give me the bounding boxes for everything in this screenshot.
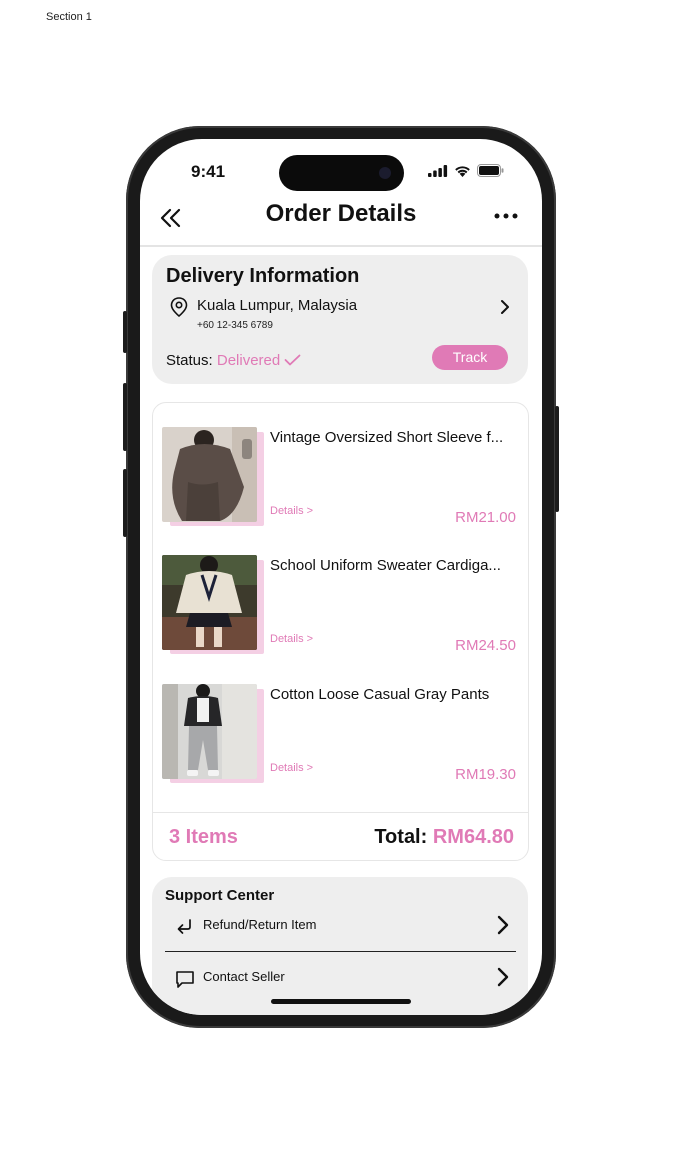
item-price: RM24.50: [455, 637, 516, 654]
items-divider: [153, 812, 528, 813]
volume-down-button: [123, 469, 127, 537]
support-row-label: Contact Seller: [203, 969, 285, 984]
total-value: RM64.80: [432, 826, 514, 848]
delivery-title: Delivery Information: [166, 265, 360, 287]
section-label: Section 1: [46, 11, 92, 23]
support-divider: [165, 951, 516, 952]
item-details-link[interactable]: Details >: [270, 633, 313, 645]
page-title: Order Details: [265, 200, 417, 227]
item-price: RM19.30: [455, 766, 516, 783]
dynamic-island: [279, 155, 404, 191]
status-value: Delivered: [216, 352, 281, 369]
home-indicator[interactable]: [271, 999, 411, 1004]
product-image-oversized-tee: [162, 427, 257, 522]
support-row-label: Refund/Return Item: [203, 917, 317, 932]
status-label: Status:: [166, 352, 213, 369]
product-image-gray-pants: [162, 684, 257, 779]
camera-icon: [379, 167, 391, 179]
contact-seller-row[interactable]: Contact Seller: [165, 963, 516, 997]
order-item[interactable]: Vintage Oversized Short Sleeve f... Deta…: [162, 427, 522, 527]
power-button: [555, 406, 559, 512]
item-thumbnail: [162, 684, 266, 784]
phone-frame: 9:41 Order Details Delivery Information …: [123, 126, 559, 1028]
mute-switch: [123, 311, 127, 353]
return-arrow-icon: [177, 919, 191, 934]
signal-icon: [428, 164, 448, 177]
battery-icon: [477, 164, 504, 177]
volume-up-button: [123, 383, 127, 451]
item-thumbnail: [162, 555, 266, 655]
status-bar: 9:41: [140, 139, 542, 199]
support-center-card: Support Center Refund/Return Item Contac…: [152, 877, 528, 1015]
item-price: RM21.00: [455, 509, 516, 526]
order-total: Total: RM64.80: [374, 826, 514, 849]
order-item[interactable]: School Uniform Sweater Cardiga... Detail…: [162, 555, 522, 655]
chevron-right-icon: [497, 967, 509, 987]
order-items-card: Vintage Oversized Short Sleeve f... Deta…: [152, 402, 529, 861]
item-name: Vintage Oversized Short Sleeve f...: [270, 429, 504, 446]
chat-bubble-icon: [176, 971, 194, 988]
status-time: 9:41: [191, 162, 226, 181]
phone-screen: 9:41 Order Details Delivery Information …: [140, 139, 542, 1015]
chevron-right-icon[interactable]: [500, 299, 510, 315]
delivery-city: Kuala Lumpur, Malaysia: [197, 297, 358, 314]
delivery-information-card: Delivery Information Kuala Lumpur, Malay…: [152, 255, 528, 384]
item-name: Cotton Loose Casual Gray Pants: [270, 686, 490, 703]
checkmark-icon: [285, 354, 301, 366]
chevron-right-icon: [497, 915, 509, 935]
navigation-bar: Order Details: [140, 199, 542, 247]
total-label: Total:: [374, 826, 428, 848]
refund-return-row[interactable]: Refund/Return Item: [165, 911, 516, 945]
delivery-status: Status: Delivered: [166, 352, 301, 369]
support-title: Support Center: [165, 887, 275, 904]
item-details-link[interactable]: Details >: [270, 505, 313, 517]
product-image-cardigan: [162, 555, 257, 650]
track-button[interactable]: Track: [432, 345, 508, 370]
location-pin-icon: [170, 297, 188, 317]
more-options-button[interactable]: [494, 209, 518, 223]
item-details-link[interactable]: Details >: [270, 762, 313, 774]
delivery-phone: +60 12-345 6789: [197, 320, 273, 331]
product-photo: [162, 684, 257, 779]
ellipsis-icon: [494, 213, 518, 219]
status-icons: [428, 164, 504, 177]
product-photo: [162, 555, 257, 650]
items-count: 3 Items: [169, 826, 238, 848]
item-thumbnail: [162, 427, 266, 527]
item-name: School Uniform Sweater Cardiga...: [270, 557, 501, 574]
wifi-icon: [455, 165, 470, 177]
product-photo: [162, 427, 257, 522]
order-item[interactable]: Cotton Loose Casual Gray Pants Details >…: [162, 684, 522, 784]
